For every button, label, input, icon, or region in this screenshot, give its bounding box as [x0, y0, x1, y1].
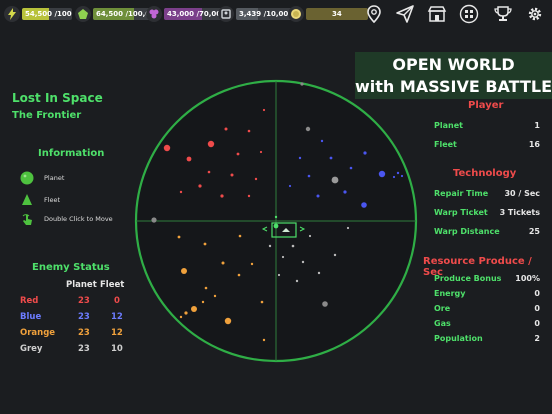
information-header: Information [38, 148, 105, 159]
produce-gas-row: Gas 0 [434, 319, 540, 328]
enemy-col-planet: Planet [66, 280, 97, 290]
ore-resource: 64,500 /100,000 [75, 6, 157, 22]
planet-icon [20, 171, 34, 185]
enemy-status-header: Enemy Status [32, 262, 110, 273]
produce-energy-row: Energy 0 [434, 289, 540, 298]
lightning-icon [4, 6, 20, 22]
produce-ore-row: Ore 0 [434, 304, 540, 313]
player-planet-row: Planet 1 [434, 121, 540, 130]
info-fleet-label: Fleet [44, 196, 61, 204]
info-item-fleet: Fleet [20, 192, 60, 208]
info-item-double-click: Double Click to Move [20, 211, 113, 227]
coin-resource: 34 [288, 6, 368, 22]
gas-resource: 43,000 /70,000 [146, 6, 226, 22]
gas-icon [146, 6, 162, 22]
grey-planets [151, 82, 350, 307]
settings-icon[interactable] [524, 3, 546, 25]
trophy-icon[interactable] [492, 3, 514, 25]
resource-bar: 54,500 /100,000 64,500 /100,000 43,000 /… [0, 0, 552, 28]
paper-plane-icon[interactable] [394, 3, 416, 25]
promo-banner: OPEN WORLD with MASSIVE BATTLE [355, 52, 552, 99]
shop-icon[interactable] [426, 3, 448, 25]
game-subtitle: The Frontier [12, 110, 82, 121]
energy-value: 54,500 /100,000 [25, 10, 72, 18]
produce-population-row: Population 2 [434, 334, 540, 343]
player-fleet-row: Fleet 16 [434, 140, 540, 149]
coin-value: 34 [332, 10, 342, 18]
tech-repair-row: Repair Time 30 / Sec [434, 189, 540, 198]
blue-planets [288, 139, 404, 208]
info-double-click-label: Double Click to Move [44, 215, 113, 223]
player-header: Player [468, 100, 504, 111]
orange-planets [177, 234, 266, 342]
tech-warp-distance-row: Warp Distance 25 [434, 227, 540, 236]
produce-bonus-row: Produce Bonus 100% [434, 274, 540, 283]
ore-icon [75, 6, 91, 22]
info-planet-label: Planet [44, 174, 65, 182]
enemy-col-fleet: Fleet [100, 280, 125, 290]
technology-header: Technology [453, 168, 517, 179]
radar-ring [134, 79, 418, 363]
coin-icon [288, 6, 304, 22]
tech-warp-ticket-row: Warp Ticket 3 Tickets [434, 208, 540, 217]
player-selection-marker[interactable] [261, 215, 306, 238]
info-item-planet: Planet [20, 170, 64, 186]
energy-resource: 54,500 /100,000 [4, 6, 72, 22]
banner-line-1: OPEN WORLD [392, 55, 515, 74]
population-value: 3,439 /10,000 [239, 10, 294, 18]
game-title: Lost In Space [12, 91, 103, 105]
red-planets [163, 108, 266, 198]
fleet-icon [20, 193, 34, 207]
map-pin-icon[interactable] [363, 3, 385, 25]
grid-icon[interactable] [458, 3, 480, 25]
population-icon [218, 6, 234, 22]
banner-line-2: with MASSIVE BATTLE [355, 77, 552, 96]
tap-icon [20, 212, 34, 226]
